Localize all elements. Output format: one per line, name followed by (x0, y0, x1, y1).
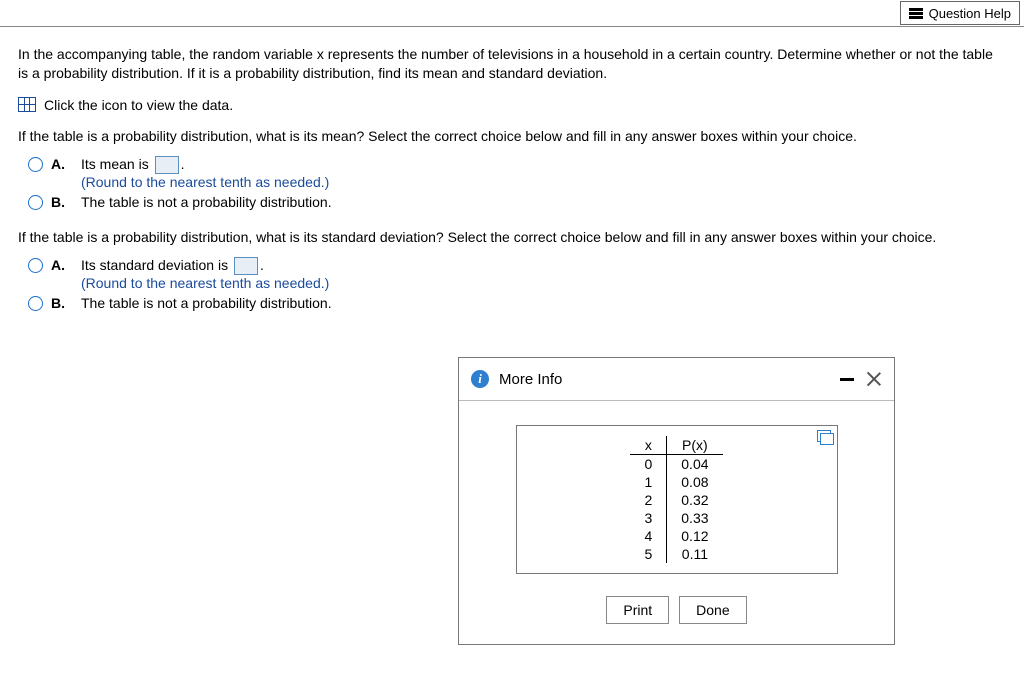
close-icon[interactable] (866, 371, 882, 387)
radio-icon[interactable] (28, 195, 43, 210)
sd-prompt: If the table is a probability distributi… (18, 228, 1006, 247)
popup-controls (840, 371, 882, 387)
mean-a-hint: (Round to the nearest tenth as needed.) (81, 174, 1006, 190)
more-info-popup: i More Info x P(x) 00.04 10.08 20.32 30.… (458, 357, 895, 645)
sd-choices: A. Its standard deviation is . (Round to… (28, 257, 1006, 311)
mean-choice-a[interactable]: A. Its mean is . (Round to the nearest t… (28, 156, 1006, 190)
mean-a-suffix: . (181, 156, 185, 172)
popup-titlebar[interactable]: i More Info (459, 358, 894, 401)
table-icon[interactable] (18, 97, 36, 112)
choice-label-b: B. (51, 295, 69, 311)
sd-a-hint: (Round to the nearest tenth as needed.) (81, 275, 1006, 291)
copy-icon[interactable] (817, 430, 831, 442)
done-button[interactable]: Done (679, 596, 746, 624)
table-row: 10.08 (630, 473, 722, 491)
table-row: 00.04 (630, 455, 722, 474)
mean-a-prefix: Its mean is (81, 156, 153, 172)
question-intro: In the accompanying table, the random va… (18, 45, 1006, 83)
choice-label-a: A. (51, 257, 69, 273)
print-button[interactable]: Print (606, 596, 669, 624)
table-row: 50.11 (630, 545, 722, 563)
col-p-header: P(x) (667, 436, 723, 455)
popup-body: x P(x) 00.04 10.08 20.32 30.33 40.12 50.… (459, 401, 894, 578)
mean-b-text: The table is not a probability distribut… (81, 194, 1006, 210)
question-content: In the accompanying table, the random va… (0, 27, 1024, 341)
view-data-link[interactable]: Click the icon to view the data. (44, 97, 233, 113)
data-table-frame: x P(x) 00.04 10.08 20.32 30.33 40.12 50.… (516, 425, 838, 574)
question-help-button[interactable]: Question Help (900, 1, 1020, 25)
col-x-header: x (630, 436, 666, 455)
radio-icon[interactable] (28, 157, 43, 172)
list-icon (909, 8, 923, 19)
mean-choices: A. Its mean is . (Round to the nearest t… (28, 156, 1006, 210)
table-row: 40.12 (630, 527, 722, 545)
sd-choice-b[interactable]: B. The table is not a probability distri… (28, 295, 1006, 311)
question-help-label: Question Help (929, 6, 1011, 21)
sd-input[interactable] (234, 257, 258, 275)
mean-prompt: If the table is a probability distributi… (18, 127, 1006, 146)
info-icon: i (471, 370, 489, 388)
popup-title: More Info (499, 371, 830, 388)
radio-icon[interactable] (28, 296, 43, 311)
minimize-icon[interactable] (840, 378, 854, 381)
choice-label-a: A. (51, 156, 69, 172)
sd-b-text: The table is not a probability distribut… (81, 295, 1006, 311)
top-bar: Question Help (0, 0, 1024, 27)
mean-choice-b[interactable]: B. The table is not a probability distri… (28, 194, 1006, 210)
sd-a-prefix: Its standard deviation is (81, 257, 232, 273)
mean-choice-a-body: Its mean is . (Round to the nearest tent… (81, 156, 1006, 190)
choice-label-b: B. (51, 194, 69, 210)
popup-footer: Print Done (459, 578, 894, 644)
mean-input[interactable] (155, 156, 179, 174)
sd-a-suffix: . (260, 257, 264, 273)
radio-icon[interactable] (28, 258, 43, 273)
sd-choice-a[interactable]: A. Its standard deviation is . (Round to… (28, 257, 1006, 291)
table-row: 20.32 (630, 491, 722, 509)
table-row: 30.33 (630, 509, 722, 527)
probability-table: x P(x) 00.04 10.08 20.32 30.33 40.12 50.… (630, 436, 722, 563)
sd-choice-a-body: Its standard deviation is . (Round to th… (81, 257, 1006, 291)
